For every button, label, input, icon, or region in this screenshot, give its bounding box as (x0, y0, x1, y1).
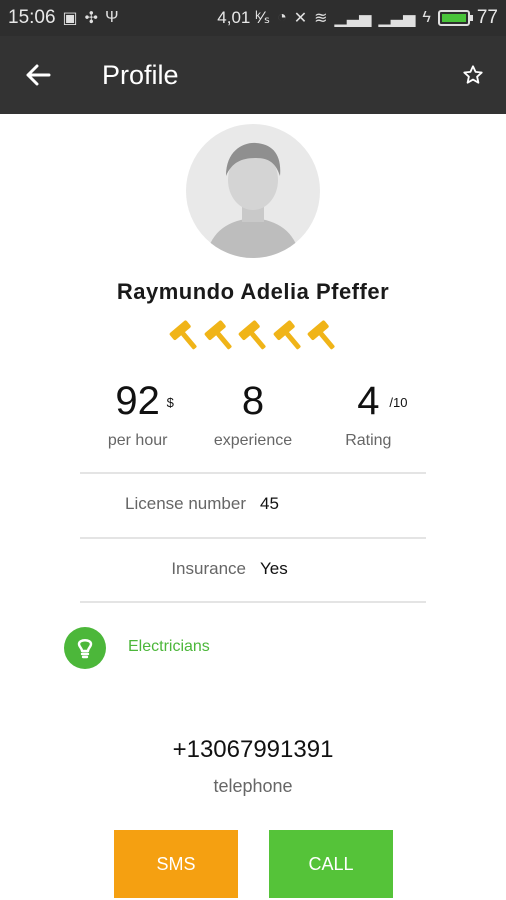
mute-icon: ✕ (293, 10, 308, 27)
sms-button[interactable]: SMS (114, 830, 238, 898)
fan-icon: ✣ (84, 10, 99, 27)
hammer-icon (306, 318, 340, 354)
category-link[interactable]: Electricians (128, 638, 210, 656)
hammer-icon (203, 318, 237, 354)
status-time: 15:06 (8, 7, 56, 28)
star-outline-icon (463, 65, 483, 84)
divider (80, 601, 426, 603)
charging-icon: ϟ (422, 9, 431, 26)
rating-value: 4 (357, 379, 380, 423)
avatar (186, 124, 320, 258)
back-button[interactable] (0, 36, 76, 114)
hourly-rate-label: per hour (107, 432, 168, 449)
license-value: 45 (260, 494, 279, 513)
status-bar-right: 4,01 ᵏ⁄ₛ ◔ ✕ ≋ ▁▃▅ ▁▃▅ ϟ 77 (217, 7, 498, 29)
stat-hourly-rate: 92 $ per hour (80, 372, 195, 462)
license-label: License number (125, 494, 246, 513)
category-badge[interactable] (64, 627, 106, 669)
profile-name: Raymundo Adelia Pfeffer (116, 279, 390, 304)
hammer-icon (272, 318, 306, 354)
stat-experience: 8 experience (195, 372, 310, 462)
detail-row-insurance: Insurance Yes (80, 559, 426, 583)
battery-percent: 77 (476, 7, 498, 28)
battery-icon (437, 10, 473, 26)
experience-label: experience (213, 432, 293, 449)
wifi-icon: ≋ (314, 10, 328, 27)
phone-label: telephone (213, 776, 293, 796)
favorite-button[interactable] (440, 36, 506, 114)
image-icon: ▣ (62, 10, 78, 27)
status-bar: 15:06 ▣ ✣ Ψ 4,01 ᵏ⁄ₛ ◔ ✕ ≋ ▁▃▅ ▁▃▅ ϟ 77 (0, 0, 506, 36)
rating-scale-sup: /10 (389, 395, 408, 410)
signal-icon: ▁▃▅ (334, 10, 372, 27)
call-button[interactable]: CALL (269, 830, 393, 898)
hammer-icon (237, 318, 271, 354)
app-bar: Profile (0, 36, 506, 114)
divider (80, 537, 426, 539)
insurance-value: Yes (260, 559, 288, 578)
hourly-rate-value: 92 (115, 379, 160, 423)
lightbulb-icon (77, 639, 93, 659)
status-bar-left: 15:06 ▣ ✣ Ψ (8, 7, 118, 29)
currency-sup: $ (166, 395, 174, 410)
person-silhouette-icon (206, 142, 300, 258)
sync-icon: ◔ (277, 9, 287, 26)
signal-2-icon: ▁▃▅ (378, 10, 416, 27)
experience-value: 8 (241, 379, 265, 423)
stat-rating: 4/10 Rating (311, 372, 426, 462)
arrow-left-icon (26, 64, 51, 86)
network-speed: 4,01 ᵏ⁄ₛ (217, 8, 271, 27)
divider (80, 472, 426, 474)
page-title: Profile (102, 59, 179, 90)
detail-row-license: License number 45 (80, 494, 426, 518)
stats-row: 92 $ per hour 8 experience 4/10 Rating (80, 372, 426, 462)
hammer-rating (168, 318, 340, 358)
phone-number[interactable]: +13067991391 (0, 736, 506, 764)
hammer-icon (168, 318, 202, 354)
rating-label: Rating (345, 432, 392, 449)
usb-icon: Ψ (105, 9, 119, 26)
insurance-label: Insurance (171, 559, 246, 578)
